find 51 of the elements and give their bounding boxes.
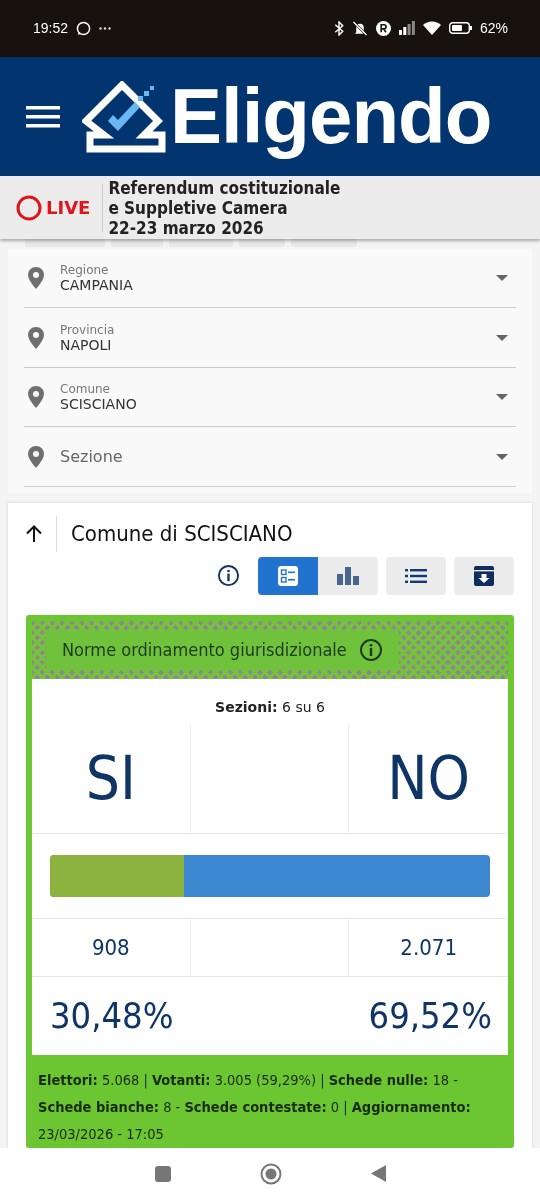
vote-percent: 69,52%	[368, 995, 492, 1037]
dropdown-caret-icon[interactable]	[496, 275, 508, 282]
muted-bell-icon	[351, 20, 368, 36]
dropdown-caret-icon[interactable]	[496, 394, 508, 401]
vote-count: 908	[91, 935, 130, 960]
ballot-check-logo-icon	[82, 80, 166, 153]
vote-percent: 30,48%	[50, 995, 174, 1037]
location-select[interactable]: Comune SCISCIANO	[24, 368, 516, 428]
location-select[interactable]: Provincia NAPOLI	[24, 308, 516, 368]
location-select[interactable]: Sezione	[24, 427, 516, 487]
option-label: SI	[85, 743, 136, 814]
view-toggle[interactable]	[454, 557, 514, 595]
info-icon[interactable]	[358, 638, 383, 662]
menu-icon[interactable]	[26, 105, 60, 128]
bar-chart-icon	[337, 567, 359, 585]
dropdown-caret-icon[interactable]	[496, 453, 508, 460]
location-pin-icon	[28, 326, 44, 349]
dropdown-caret-icon[interactable]	[496, 334, 508, 341]
signal-icon	[398, 21, 415, 36]
view-toggle[interactable]	[258, 557, 318, 595]
option-label: NO	[387, 743, 471, 814]
back-arrow-icon[interactable]	[26, 525, 42, 543]
location-select[interactable]: Regione CAMPANIA	[24, 249, 516, 309]
location-pin-icon	[28, 445, 44, 468]
archive-download-icon	[474, 566, 494, 586]
battery-percent: 62%	[479, 20, 508, 37]
back-icon[interactable]	[370, 1165, 386, 1183]
location-pin-icon	[28, 386, 44, 409]
home-icon[interactable]	[259, 1163, 282, 1185]
location-pin-icon	[28, 267, 44, 290]
vote-count: 2.071	[400, 935, 457, 960]
turnout-summary: Elettori: 5.068 | Votanti: 3.005 (59,29%) | Schede nulle: 18 - Schede bianche: 8 - Schede contestate: 0 | Aggiornamento: 23/03/2026 - 17:05	[37, 1071, 472, 1144]
card-view-icon	[278, 566, 298, 586]
live-label: LIVE	[46, 197, 91, 219]
battery-icon	[448, 22, 472, 35]
card-title: Comune di SCISCIANO	[71, 521, 293, 547]
view-toggle[interactable]	[318, 557, 378, 595]
question-title: Norme ordinamento giurisdizionale	[62, 639, 347, 661]
view-toggle[interactable]	[386, 557, 446, 595]
live-circle-icon	[16, 194, 42, 221]
sections-count: Sezioni: 6 su 6	[214, 698, 326, 717]
chat-app-icon	[76, 20, 92, 36]
clock: 19:52	[33, 20, 69, 37]
recents-icon[interactable]	[154, 1166, 171, 1182]
registered-icon	[375, 20, 391, 36]
list-icon	[405, 569, 427, 583]
more-icon	[99, 26, 112, 30]
wifi-icon	[422, 21, 441, 36]
info-icon[interactable]	[217, 564, 240, 588]
election-title[interactable]: Referendum costituzionale e Suppletive Camera 22-23 marzo 2026	[103, 177, 341, 238]
bluetooth-icon	[333, 20, 344, 36]
